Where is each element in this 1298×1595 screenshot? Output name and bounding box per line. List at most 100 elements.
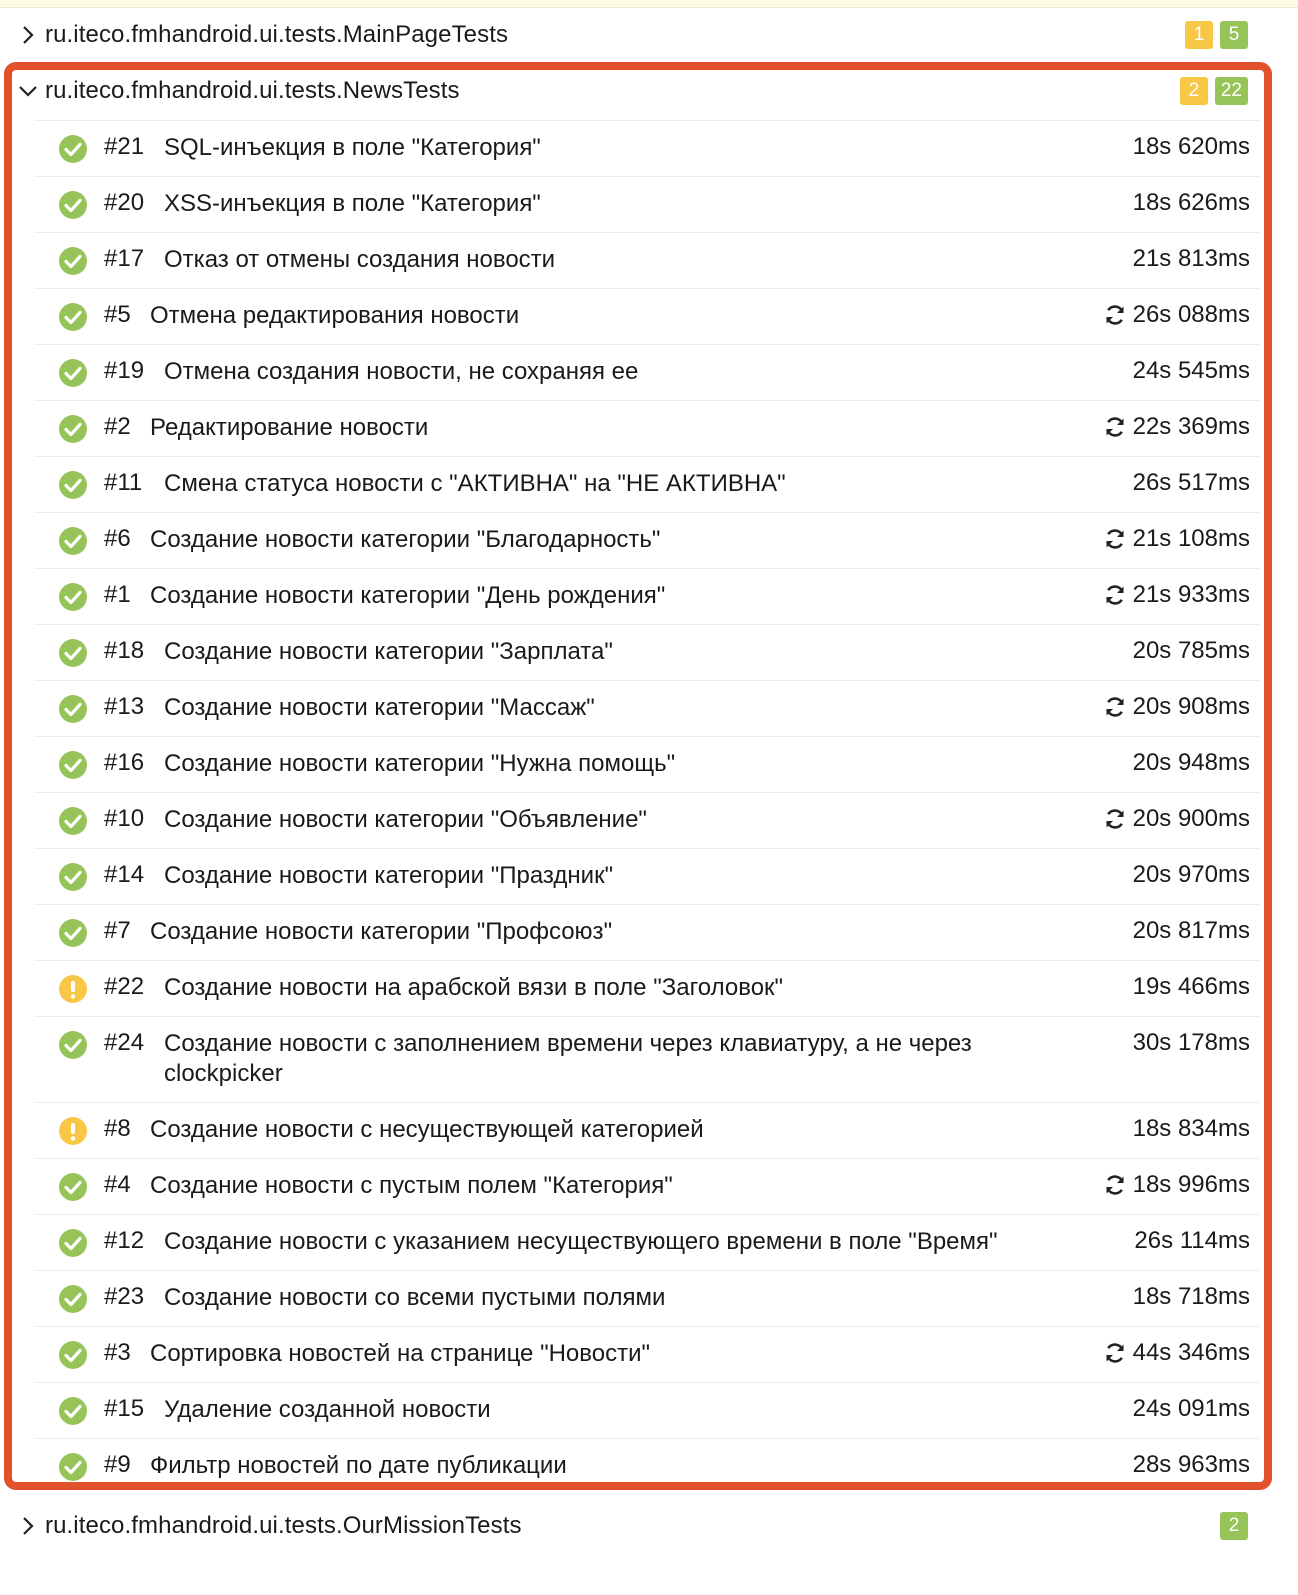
duration-value: 26s 114ms	[1134, 1227, 1250, 1254]
chevron-down-icon[interactable]	[17, 80, 39, 102]
test-title: Сортировка новостей на странице "Новости…	[150, 1340, 651, 1367]
test-row[interactable]: #8 Создание новости с несуществующей кате…	[34, 1102, 1260, 1158]
test-row[interactable]: #18 Создание новости категории "Зарплата"…	[34, 624, 1260, 680]
passed-count-badge[interactable]: 2	[1220, 1512, 1248, 1540]
test-row[interactable]: #22 Создание новости на арабской вязи в п…	[34, 960, 1260, 1016]
check-circle-icon	[58, 806, 88, 836]
test-list: #21 SQL-инъекция в поле "Категория" 18s 62…	[34, 120, 1260, 1494]
test-number: #12	[104, 1227, 145, 1254]
test-number: #13	[104, 693, 145, 720]
test-number: #10	[104, 805, 145, 832]
check-circle-icon	[58, 1284, 88, 1314]
test-number: #9	[104, 1451, 131, 1478]
passed-count-badge[interactable]: 22	[1214, 77, 1248, 105]
test-row[interactable]: #7 Создание новости категории "Профсоюз" 2…	[34, 904, 1260, 960]
chevron-right-icon[interactable]	[17, 1515, 39, 1537]
test-duration: 30s 178ms	[1133, 1029, 1250, 1057]
test-row[interactable]: #15 Удаление созданной новости 24s 091ms	[34, 1382, 1260, 1438]
test-number: #1	[104, 581, 131, 608]
duration-value: 18s 620ms	[1132, 133, 1250, 160]
duration-value: 44s 346ms	[1132, 1339, 1250, 1366]
test-title: Создание новости категории "Объявление"	[164, 806, 647, 833]
check-circle-icon	[58, 470, 88, 500]
test-row[interactable]: #4 Создание новости с пустым полем "Катег…	[34, 1158, 1260, 1214]
test-duration: 26s 088ms	[1103, 301, 1250, 329]
test-number: #18	[104, 637, 145, 664]
passed-count-badge[interactable]: 5	[1220, 21, 1248, 49]
test-duration: 24s 091ms	[1133, 1395, 1250, 1423]
broken-count-badge[interactable]: 1	[1185, 21, 1213, 49]
suite-row-our-mission[interactable]: ru.iteco.fmhandroid.ui.tests.OurMissionT…	[0, 1498, 1298, 1554]
test-duration: 20s 948ms	[1133, 749, 1250, 777]
test-title: SQL-инъекция в поле "Категория"	[164, 134, 541, 161]
test-row[interactable]: #20 XSS-инъекция в поле "Категория" 18s 62…	[34, 176, 1260, 232]
exclamation-circle-icon	[58, 1116, 88, 1146]
test-number: #11	[104, 469, 143, 496]
test-row[interactable]: #23 Создание новости со всеми пустыми пол…	[34, 1270, 1260, 1326]
check-circle-icon	[58, 918, 88, 948]
test-duration: 28s 963ms	[1133, 1451, 1250, 1479]
check-circle-icon	[58, 414, 88, 444]
test-row[interactable]: #14 Создание новости категории "Праздник"…	[34, 848, 1260, 904]
test-title: Фильтр новостей по дате публикации	[150, 1452, 567, 1479]
test-row[interactable]: #21 SQL-инъекция в поле "Категория" 18s 62…	[34, 120, 1260, 176]
test-title: Создание новости с несуществующей катего…	[150, 1116, 704, 1143]
test-title: Редактирование новости	[150, 414, 429, 441]
test-duration: 20s 970ms	[1133, 861, 1250, 889]
test-title: Создание новости категории "Праздник"	[164, 862, 614, 889]
test-row[interactable]: #2 Редактирование новости 22s 369ms	[34, 400, 1260, 456]
refresh-icon	[1103, 527, 1127, 551]
test-title: Создание новости со всеми пустыми полями	[164, 1284, 666, 1311]
test-title: Создание новости категории "Нужна помощь…	[164, 750, 676, 777]
test-number: #4	[104, 1171, 131, 1198]
refresh-icon	[1103, 1341, 1127, 1365]
test-row[interactable]: #1 Создание новости категории "День рожде…	[34, 568, 1260, 624]
test-row[interactable]: #24 Создание новости с заполнением времен…	[34, 1016, 1260, 1102]
test-row[interactable]: #9 Фильтр новостей по дате публикации 28s …	[34, 1438, 1260, 1494]
test-row[interactable]: #17 Отказ от отмены создания новости 21s 8…	[34, 232, 1260, 288]
test-title: Смена статуса новости с "АКТИВНА" на "НЕ…	[164, 470, 786, 497]
suite-row-news[interactable]: ru.iteco.fmhandroid.ui.tests.NewsTests 2…	[0, 63, 1298, 119]
broken-count-badge[interactable]: 2	[1179, 77, 1208, 105]
duration-value: 21s 813ms	[1132, 245, 1250, 272]
refresh-icon	[1103, 415, 1127, 439]
test-duration: 18s 620ms	[1133, 133, 1250, 161]
suite-row-main-page[interactable]: ru.iteco.fmhandroid.ui.tests.MainPageTes…	[0, 7, 1298, 63]
check-circle-icon	[58, 302, 88, 332]
test-row[interactable]: #12 Создание новости с указанием несущест…	[34, 1214, 1260, 1270]
duration-value: 20s 900ms	[1132, 805, 1250, 832]
chevron-right-icon[interactable]	[17, 24, 39, 46]
suite-name: ru.iteco.fmhandroid.ui.tests.MainPageTes…	[45, 21, 509, 48]
test-number: #19	[104, 357, 145, 384]
duration-value: 20s 948ms	[1132, 749, 1250, 776]
check-circle-icon	[58, 1228, 88, 1258]
test-duration: 20s 900ms	[1103, 805, 1250, 833]
test-duration: 44s 346ms	[1103, 1339, 1250, 1367]
suite-badges: 2	[1220, 1512, 1248, 1540]
test-row[interactable]: #3 Сортировка новостей на странице "Новос…	[34, 1326, 1260, 1382]
test-number: #6	[104, 525, 131, 552]
duration-value: 18s 996ms	[1132, 1171, 1250, 1198]
check-circle-icon	[58, 358, 88, 388]
check-circle-icon	[58, 190, 88, 220]
test-row[interactable]: #16 Создание новости категории "Нужна пом…	[34, 736, 1260, 792]
test-row[interactable]: #11 Смена статуса новости с "АКТИВНА" на …	[34, 456, 1260, 512]
duration-value: 19s 466ms	[1132, 973, 1250, 1000]
test-title: Отказ от отмены создания новости	[164, 246, 556, 273]
test-number: #20	[104, 189, 145, 216]
test-title: Создание новости с указанием несуществую…	[164, 1228, 998, 1255]
test-title: Создание новости с заполнением времени ч…	[164, 1030, 972, 1087]
test-duration: 24s 545ms	[1133, 357, 1250, 385]
test-number: #5	[104, 301, 131, 328]
check-circle-icon	[58, 694, 88, 724]
test-row[interactable]: #19 Отмена создания новости, не сохраняя …	[34, 344, 1260, 400]
test-row[interactable]: #13 Создание новости категории "Массаж" 20…	[34, 680, 1260, 736]
duration-value: 18s 718ms	[1132, 1283, 1250, 1310]
test-number: #23	[104, 1283, 145, 1310]
test-row[interactable]: #5 Отмена редактирования новости 26s 088ms	[34, 288, 1260, 344]
test-row[interactable]: #10 Создание новости категории "Объявлени…	[34, 792, 1260, 848]
test-row[interactable]: #6 Создание новости категории "Благодарно…	[34, 512, 1260, 568]
suite-badges: 2 22	[1179, 77, 1248, 105]
test-duration: 18s 996ms	[1103, 1171, 1250, 1199]
suite-badges: 1 5	[1185, 21, 1248, 49]
